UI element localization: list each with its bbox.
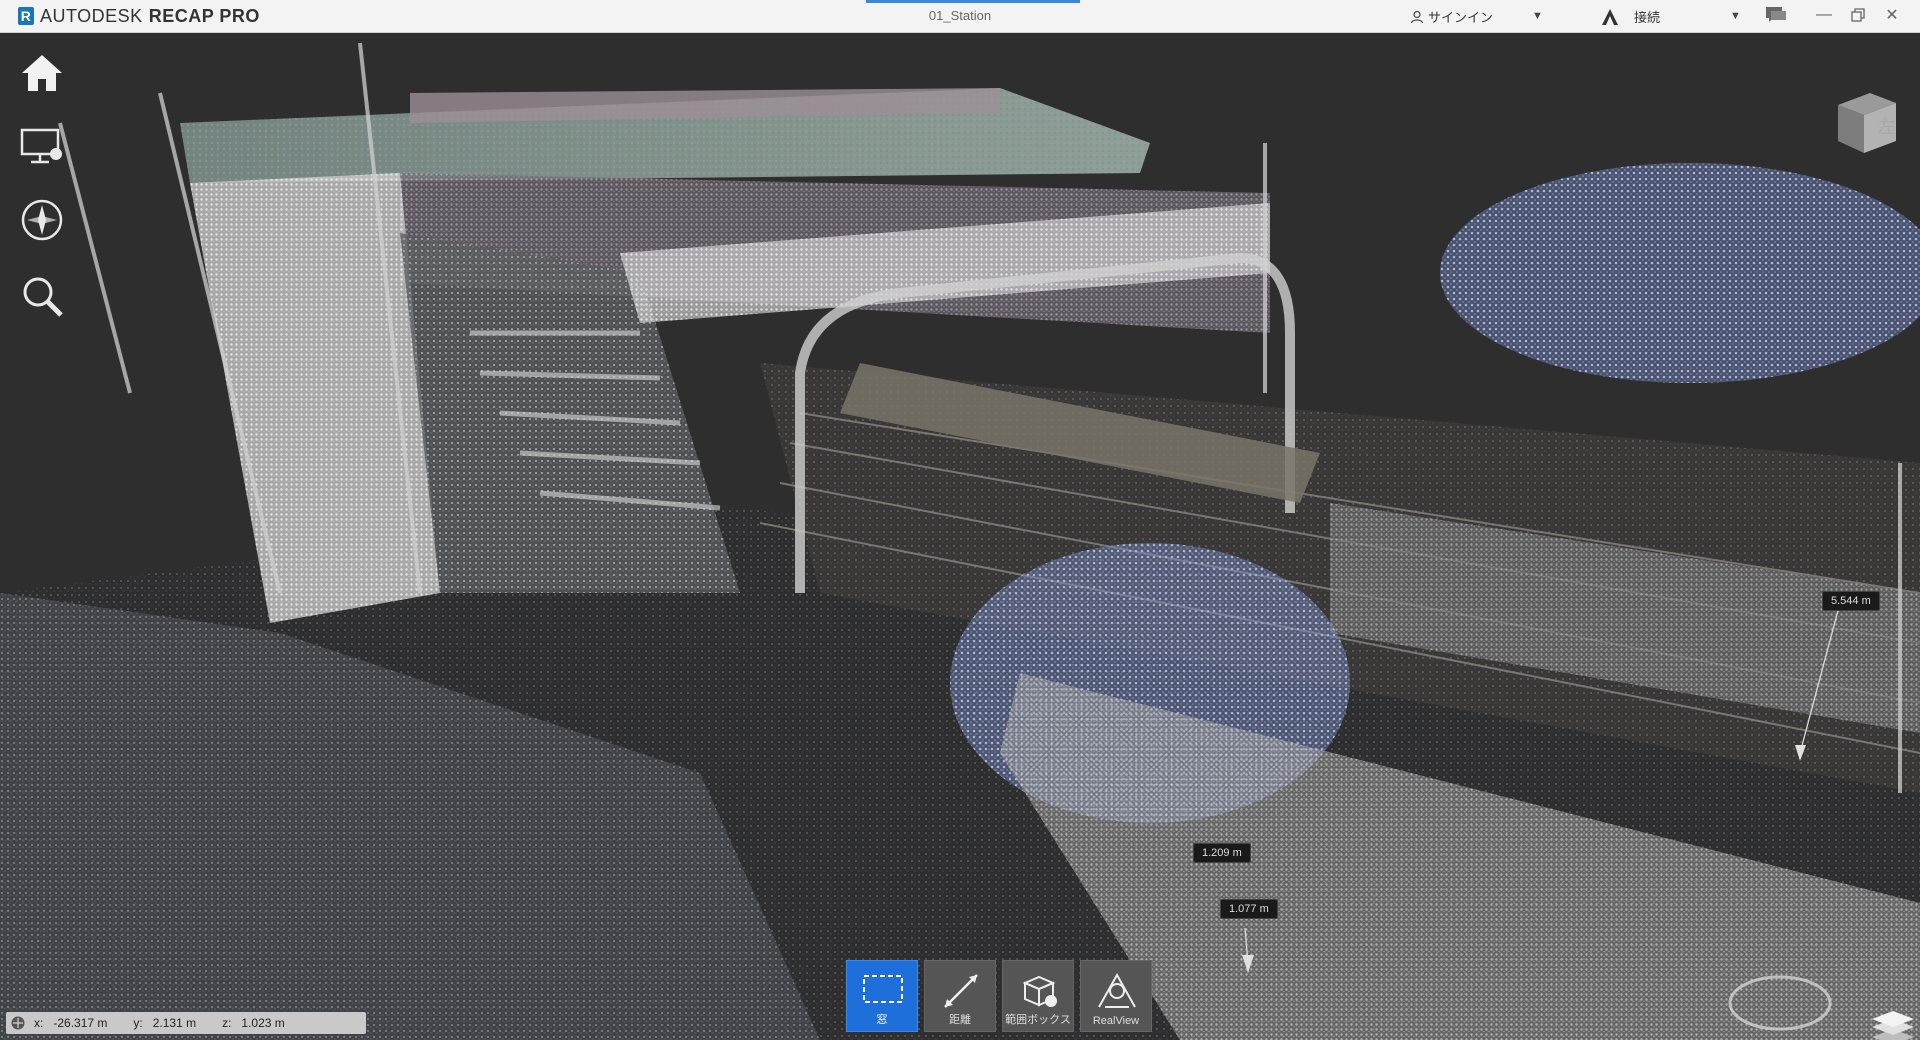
tool-label: 窓 [876, 1014, 888, 1026]
coord-x-key: x: [34, 1016, 44, 1030]
point-cloud-viewport[interactable]: 左 5.544 m 1.209 m 1.077 m [0, 33, 1920, 1040]
navigation-button[interactable] [14, 192, 70, 248]
measurement-label[interactable]: 5.544 m [1822, 591, 1880, 611]
measurement-label[interactable]: 1.209 m [1193, 843, 1251, 863]
close-button[interactable]: ✕ [1880, 4, 1904, 26]
maximize-button[interactable] [1846, 4, 1870, 26]
limit-box-icon [1022, 975, 1057, 1007]
coord-z: z: 1.023 m [222, 1016, 285, 1030]
connect-caret-icon[interactable]: ▼ [1730, 10, 1741, 22]
signin-caret-icon[interactable]: ▼ [1532, 10, 1543, 22]
coord-y-key: y: [133, 1016, 143, 1030]
window-select-icon [863, 975, 903, 1003]
crosshair-icon [11, 1016, 25, 1030]
comment-icon [1766, 7, 1786, 22]
brand-vendor: AUTODESK [40, 5, 143, 26]
zoom-icon [23, 277, 63, 317]
coord-z-key: z: [222, 1016, 232, 1030]
tool-label: 範囲ボックス [1005, 1014, 1071, 1026]
distance-tool-button[interactable]: 距離 [924, 960, 996, 1032]
zoom-button[interactable] [14, 268, 70, 324]
restore-icon [1851, 8, 1865, 22]
signin-dropdown[interactable]: サインイン [1410, 7, 1493, 26]
coord-x: x: -26.317 m [34, 1016, 107, 1030]
tool-label: 距離 [949, 1014, 971, 1026]
coord-z-value: 1.023 m [241, 1016, 285, 1030]
minimize-button[interactable]: — [1812, 4, 1836, 26]
layers-icon[interactable] [1870, 1011, 1916, 1040]
measure-distance-icon [944, 974, 978, 1008]
limit-box-tool-button[interactable]: 範囲ボックス [1002, 960, 1074, 1032]
coordinate-readout: x: -26.317 m y: 2.131 m z: 1.023 m [6, 1012, 366, 1034]
coord-x-value: -26.317 m [53, 1016, 108, 1030]
minimize-icon: — [1816, 6, 1832, 23]
measurement-label[interactable]: 1.077 m [1220, 899, 1278, 919]
connect-label: 接続 [1634, 10, 1661, 25]
document-title: 01_Station [928, 8, 992, 23]
active-document-indicator [866, 0, 1080, 3]
close-icon: ✕ [1885, 7, 1899, 24]
realview-tool-button[interactable]: RealView [1080, 960, 1152, 1032]
coord-y: y: 2.131 m [133, 1016, 196, 1030]
a360-icon [1602, 8, 1618, 25]
display-settings-button[interactable] [14, 118, 70, 174]
brand-product: RECAP PRO [148, 5, 260, 26]
viewcube-face-label[interactable]: 左 [1878, 113, 1896, 139]
point-cloud-scene [0, 42, 1920, 1040]
title-bar: R AUTODESK RECAP PRO 01_Station サインイン ▼ … [0, 0, 1920, 33]
window-select-tool-button[interactable]: 窓 [846, 960, 918, 1032]
coord-y-value: 2.131 m [152, 1016, 197, 1030]
display-icon [20, 128, 62, 164]
recap-logo-icon: R [18, 7, 34, 25]
realview-icon [1098, 972, 1136, 1008]
home-button[interactable] [14, 45, 70, 101]
signin-label: サインイン [1428, 10, 1494, 25]
tool-label: RealView [1092, 1015, 1140, 1027]
navigation-icon [21, 199, 63, 241]
home-icon [22, 55, 62, 91]
comment-button[interactable] [1764, 4, 1788, 26]
app-brand: R AUTODESK RECAP PRO [18, 6, 260, 26]
connect-dropdown[interactable]: 接続 [1600, 7, 1660, 26]
user-icon [1410, 10, 1424, 23]
